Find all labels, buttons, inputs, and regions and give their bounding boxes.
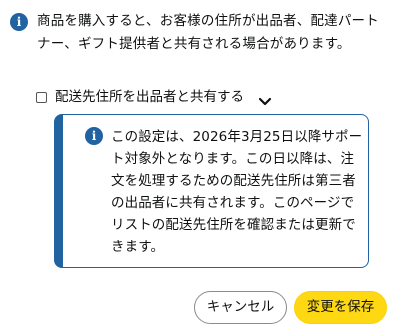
- share-address-checkbox[interactable]: [36, 91, 47, 103]
- address-sharing-settings: i 商品を購入すると、お客様の住所が出品者、配達パートナー、ギフト提供者と共有さ…: [0, 0, 394, 329]
- sharing-notice: i 商品を購入すると、お客様の住所が出品者、配達パートナー、ギフト提供者と共有さ…: [10, 10, 394, 56]
- share-address-label[interactable]: 配送先住所を出品者と共有する: [55, 86, 244, 108]
- cancel-button[interactable]: キャンセル: [194, 291, 287, 324]
- share-address-option[interactable]: 配送先住所を出品者と共有する: [36, 86, 272, 108]
- deprecation-alert: i この設定は、2026年3月25日以降サポート対象外となります。この日以降は、…: [54, 114, 369, 268]
- sharing-notice-text: 商品を購入すると、お客様の住所が出品者、配達パートナー、ギフト提供者と共有される…: [37, 13, 379, 52]
- chevron-down-icon[interactable]: [258, 92, 272, 106]
- info-icon: i: [85, 127, 103, 145]
- deprecation-alert-text: この設定は、2026年3月25日以降サポート対象外となります。この日以降は、注文…: [111, 129, 363, 255]
- info-icon: i: [10, 13, 28, 31]
- save-changes-button[interactable]: 変更を保存: [294, 291, 387, 324]
